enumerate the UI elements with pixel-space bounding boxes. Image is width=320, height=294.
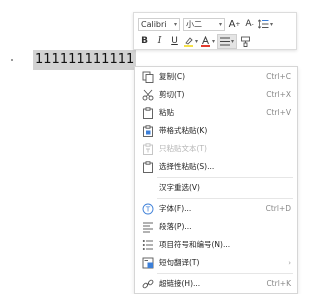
menu-item-label: 超链接(H)... bbox=[159, 279, 201, 288]
menu-item-reselect-hanzi[interactable]: 汉字重选(V) bbox=[135, 179, 297, 197]
menu-item-label: 选择性粘贴(S)... bbox=[159, 162, 215, 171]
font-icon: T bbox=[141, 202, 154, 215]
svg-text:T: T bbox=[144, 205, 150, 213]
shrink-font-button[interactable]: A- bbox=[243, 17, 256, 32]
paragraph-icon bbox=[141, 220, 154, 233]
menu-item-paste[interactable]: 粘贴 Ctrl+V bbox=[135, 104, 297, 122]
chevron-right-icon: › bbox=[288, 259, 291, 267]
menu-item-paste-keep-format[interactable]: 带格式粘贴(K) bbox=[135, 122, 297, 140]
menu-item-hyperlink[interactable]: 超链接(H)... Ctrl+K bbox=[135, 275, 297, 293]
font-size-value: 小二 bbox=[186, 19, 202, 29]
menu-item-label: 段落(P)... bbox=[159, 222, 192, 231]
menu-item-bullets-numbering[interactable]: 项目符号和编号(N)... bbox=[135, 236, 297, 254]
bullets-icon bbox=[141, 238, 154, 251]
align-button[interactable]: ▾ bbox=[217, 33, 238, 49]
menu-item-label: 带格式粘贴(K) bbox=[159, 126, 208, 135]
font-name-select[interactable]: Calibri ▾ bbox=[138, 17, 180, 31]
align-justify-icon bbox=[220, 37, 231, 45]
format-painter-icon bbox=[241, 36, 250, 47]
menu-item-copy[interactable]: 复制(C) Ctrl+C bbox=[135, 68, 297, 86]
menu-item-label: 汉字重选(V) bbox=[159, 183, 200, 192]
chevron-down-icon: ▾ bbox=[270, 20, 274, 28]
menu-separator bbox=[157, 198, 293, 199]
menu-item-label: 粘贴 bbox=[159, 108, 174, 117]
context-menu: 复制(C) Ctrl+C 剪切(T) Ctrl+X 粘贴 Ctrl+V 带格式粘… bbox=[134, 66, 298, 294]
menu-item-paste-text-only[interactable]: 只粘贴文本(T) bbox=[135, 140, 297, 158]
menu-item-label: 字体(F)... bbox=[159, 204, 192, 213]
font-size-select[interactable]: 小二 ▾ bbox=[183, 17, 225, 31]
menu-separator bbox=[157, 177, 293, 178]
format-painter-button[interactable] bbox=[239, 34, 252, 49]
chevron-down-icon: ▾ bbox=[231, 37, 235, 45]
menu-item-paragraph[interactable]: 段落(P)... bbox=[135, 218, 297, 236]
underline-button[interactable]: U bbox=[168, 34, 181, 49]
highlight-button[interactable]: ▾ bbox=[183, 34, 198, 49]
menu-item-shortcut: Ctrl+D bbox=[265, 204, 291, 213]
menu-item-font[interactable]: T 字体(F)... Ctrl+D bbox=[135, 200, 297, 218]
chevron-down-icon: ▾ bbox=[212, 37, 216, 45]
scissors-icon bbox=[141, 88, 154, 101]
line-spacing-button[interactable]: ▾ bbox=[258, 17, 273, 32]
menu-item-translate[interactable]: 短句翻译(T) › bbox=[135, 254, 297, 272]
menu-item-shortcut: Ctrl+C bbox=[266, 72, 291, 81]
paste-text-icon bbox=[141, 142, 154, 155]
translate-icon bbox=[141, 256, 154, 269]
paste-icon bbox=[141, 106, 154, 119]
menu-item-shortcut: Ctrl+K bbox=[266, 279, 291, 288]
selected-document-text[interactable]: 111111111111 bbox=[33, 50, 137, 70]
line-spacing-icon bbox=[258, 19, 269, 29]
menu-item-shortcut: Ctrl+V bbox=[266, 108, 291, 117]
chevron-down-icon: ▾ bbox=[195, 37, 199, 45]
menu-item-label: 复制(C) bbox=[159, 72, 186, 81]
menu-item-label: 只粘贴文本(T) bbox=[159, 144, 207, 153]
font-color-icon bbox=[201, 35, 211, 47]
copy-icon bbox=[141, 70, 154, 83]
menu-item-shortcut: Ctrl+X bbox=[266, 90, 291, 99]
menu-item-label: 项目符号和编号(N)... bbox=[159, 240, 231, 249]
paste-special-icon bbox=[141, 160, 154, 173]
cursor-mark bbox=[11, 59, 13, 61]
menu-item-label: 剪切(T) bbox=[159, 90, 185, 99]
highlighter-icon bbox=[184, 36, 193, 47]
bold-button[interactable]: B bbox=[138, 34, 151, 49]
font-color-button[interactable]: ▾ bbox=[200, 34, 215, 49]
chevron-down-icon: ▾ bbox=[173, 20, 177, 28]
font-name-value: Calibri bbox=[141, 19, 167, 29]
link-icon bbox=[141, 277, 154, 290]
menu-separator bbox=[157, 273, 293, 274]
menu-item-cut[interactable]: 剪切(T) Ctrl+X bbox=[135, 86, 297, 104]
mini-format-toolbar: Calibri ▾ 小二 ▾ A + A- ▾ B I U ▾ ▾ ▾ bbox=[133, 12, 297, 50]
paste-format-icon bbox=[141, 124, 154, 137]
menu-item-label: 短句翻译(T) bbox=[159, 258, 200, 267]
grow-font-button[interactable]: A + bbox=[228, 17, 241, 32]
chevron-down-icon: ▾ bbox=[218, 20, 222, 28]
italic-button[interactable]: I bbox=[153, 34, 166, 49]
menu-item-paste-special[interactable]: 选择性粘贴(S)... bbox=[135, 158, 297, 176]
